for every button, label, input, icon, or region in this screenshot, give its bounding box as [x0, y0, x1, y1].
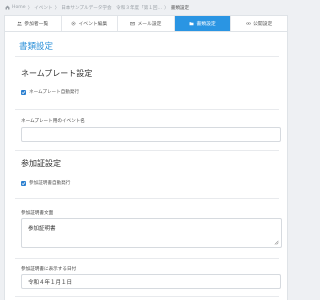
- nameplate-auto-issue-label: ネームプレート自動発行: [29, 90, 80, 95]
- breadcrumb-separator: 〉: [164, 5, 169, 11]
- tab-label: メール設定: [137, 22, 162, 27]
- page-title: 書類設定: [19, 42, 54, 52]
- certificate-date-input[interactable]: 令和４年１月１日: [21, 274, 281, 289]
- tab-event-edit[interactable]: イベント編集: [62, 16, 119, 31]
- certificate-section-heading: 参加証設定: [21, 159, 61, 168]
- breadcrumb-event[interactable]: 日本サンプルデータ学会 令和３年度「第１回…: [61, 5, 162, 11]
- checkbox-checked-icon: [21, 180, 26, 186]
- people-icon: [17, 21, 23, 26]
- breadcrumb-events[interactable]: イベント: [34, 5, 52, 11]
- document-settings-panel: 書類設定 ネームプレート設定 ネームプレート自動発行 ネームプレート用のイベント…: [4, 32, 288, 300]
- certificate-doc-label: 参加証明書文面: [21, 211, 54, 216]
- divider: [15, 258, 279, 259]
- tab-mail-settings[interactable]: メール設定: [118, 16, 175, 31]
- nameplate-section-heading: ネームプレート設定: [21, 69, 93, 78]
- divider: [15, 56, 279, 57]
- tab-label: 公開設定: [253, 22, 273, 27]
- breadcrumb-separator: 〉: [54, 5, 60, 11]
- checkbox-checked-icon: [21, 89, 26, 95]
- breadcrumb-current: 書類設定: [170, 5, 190, 11]
- tab-publish-settings[interactable]: 公開設定: [231, 16, 287, 31]
- tab-label: イベント編集: [78, 22, 108, 27]
- folder-icon: [189, 22, 194, 26]
- certificate-date-label: 参加証明書に表示する日付: [21, 267, 77, 272]
- certificate-auto-issue-label: 参加証明書自動発行: [29, 181, 71, 186]
- nameplate-event-name-input[interactable]: [21, 127, 281, 142]
- gear-icon: [72, 21, 76, 26]
- breadcrumb-separator: 〉: [27, 5, 33, 11]
- resize-grip-icon[interactable]: [273, 239, 279, 245]
- home-icon: [5, 5, 10, 10]
- mail-icon: [130, 22, 136, 26]
- tab-label: 参加者一覧: [24, 22, 49, 27]
- certificate-doc-textarea[interactable]: 参加証明書: [21, 218, 282, 248]
- breadcrumb: Home 〉 イベント 〉 日本サンプルデータ学会 令和３年度「第１回… 〉 書…: [0, 0, 292, 13]
- divider: [15, 109, 279, 110]
- certificate-auto-issue-checkbox[interactable]: 参加証明書自動発行: [21, 180, 70, 186]
- divider: [15, 150, 279, 151]
- nameplate-auto-issue-checkbox[interactable]: ネームプレート自動発行: [21, 89, 79, 95]
- link-icon: [246, 22, 251, 25]
- certificate-doc-text: 参加証明書: [28, 226, 56, 232]
- breadcrumb-home[interactable]: Home: [5, 5, 26, 10]
- divider: [15, 296, 279, 297]
- divider: [15, 198, 279, 199]
- tab-label: 書類設定: [196, 22, 216, 27]
- tab-participants[interactable]: 参加者一覧: [5, 16, 62, 31]
- tab-bar: 参加者一覧 イベント編集 メール設定 書類設定 公開設定: [4, 15, 288, 32]
- nameplate-event-name-label: ネームプレート用のイベント名: [21, 119, 85, 124]
- tab-document-settings[interactable]: 書類設定: [174, 16, 232, 31]
- breadcrumb-home-label: Home: [12, 5, 26, 10]
